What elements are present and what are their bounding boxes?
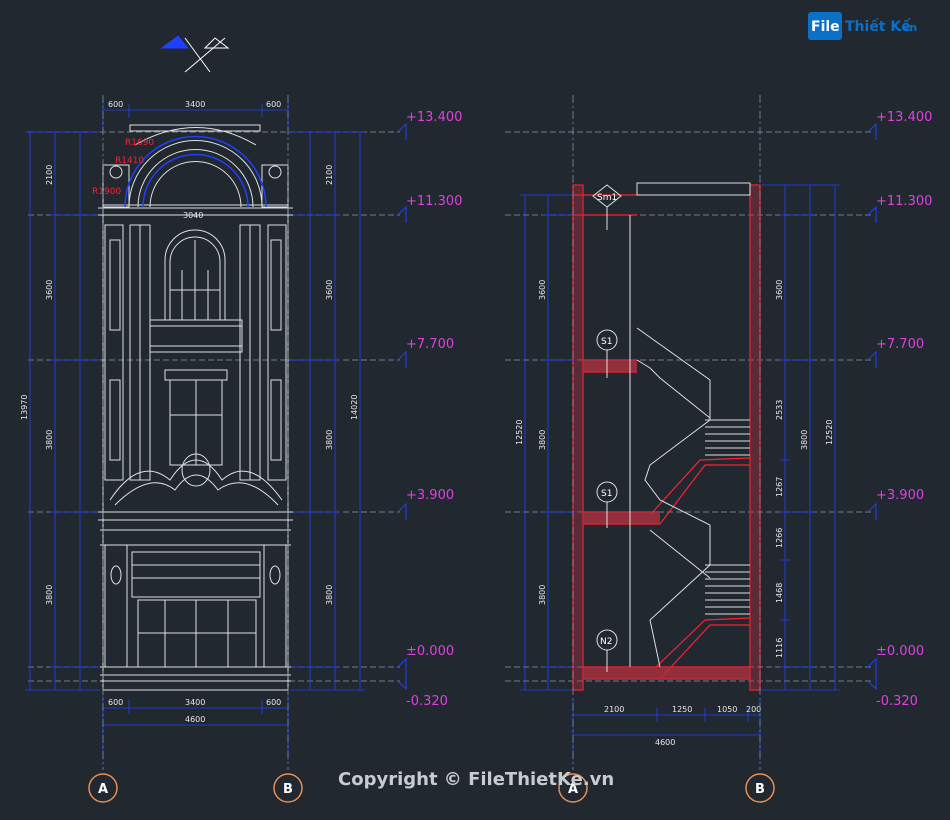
arch-label-4: 3040 — [183, 211, 203, 220]
sect-bottom-dim-3: 1050 — [717, 705, 737, 714]
elev-right-dim-1: 2100 — [325, 165, 334, 185]
elev-right-dim-3: 3800 — [325, 430, 334, 450]
marker-s1-lower: S1 — [601, 489, 612, 499]
elevation-level-labels: +13.400 +11.300 +7.700 +3.900 ±0.000 -0.… — [406, 110, 462, 709]
section-level-labels: +13.400 +11.300 +7.700 +3.900 ±0.000 -0.… — [876, 110, 932, 709]
elev-top-dim-2: 3400 — [185, 100, 205, 109]
sect-right-dim-4: 1266 — [775, 528, 784, 548]
sect-right-dim-6: 1116 — [775, 638, 784, 658]
elevation-facade — [98, 124, 293, 691]
arch-label-2: R1690 — [125, 138, 154, 148]
sect-level-2: +11.300 — [876, 194, 932, 209]
elev-level-6: -0.320 — [406, 694, 448, 709]
elev-overall-width: 4600 — [185, 715, 205, 724]
logo-part1: File — [811, 19, 840, 35]
section-marker-labels: Sm1 S1 S1 N2 — [597, 193, 617, 647]
elev-left-dim-3: 3800 — [45, 430, 54, 450]
sect-right-dim-2: 2533 — [775, 400, 784, 420]
grid-label-sect-b: B — [755, 782, 765, 797]
elev-level-2: +11.300 — [406, 194, 462, 209]
elev-left-dim-4: 3800 — [45, 585, 54, 605]
elev-left-dim-2: 3600 — [45, 280, 54, 300]
sect-level-3: +7.700 — [876, 337, 924, 352]
elev-level-1: +13.400 — [406, 110, 462, 125]
stair-linework — [629, 182, 751, 668]
sect-right-dim-1: 3600 — [775, 280, 784, 300]
sect-right-dim-7: 3800 — [800, 430, 809, 450]
elev-top-dim-1: 600 — [108, 100, 123, 109]
copyright-text: Copyright © FileThietKe.vn — [338, 769, 614, 790]
sect-bottom-dim-4: 200 — [746, 705, 761, 714]
sect-overall-width: 4600 — [655, 738, 675, 747]
section-level-markers — [867, 122, 877, 691]
sect-level-4: +3.900 — [876, 488, 924, 503]
elev-level-5: ±0.000 — [406, 644, 454, 659]
sect-right-dim-5: 1468 — [775, 583, 784, 603]
elev-level-4: +3.900 — [406, 488, 454, 503]
sect-level-6: -0.320 — [876, 694, 918, 709]
sect-level-5: ±0.000 — [876, 644, 924, 659]
sect-left-dim-2: 3800 — [538, 430, 547, 450]
level-lines — [28, 131, 872, 682]
elev-top-dim-3: 600 — [266, 100, 281, 109]
grid-label-elev-a: A — [98, 782, 108, 797]
sect-left-overall: 12520 — [515, 420, 524, 445]
sect-bottom-dim-2: 1250 — [672, 705, 692, 714]
logo-suffix: .vn — [898, 21, 917, 34]
sect-level-1: +13.400 — [876, 110, 932, 125]
marker-n2: N2 — [600, 637, 612, 647]
sect-left-dim-3: 3800 — [538, 585, 547, 605]
arch-label-3: R1900 — [92, 187, 121, 197]
elev-left-dim-1: 2100 — [45, 165, 54, 185]
elev-bottom-dim-3: 600 — [266, 698, 281, 707]
elev-right-dim-2: 3600 — [325, 280, 334, 300]
sect-bottom-dim-1: 2100 — [604, 705, 624, 714]
section-markers — [592, 184, 622, 672]
elev-bottom-dim-1: 600 — [108, 698, 123, 707]
sect-right-overall: 12520 — [825, 420, 834, 445]
marker-sm1: Sm1 — [597, 193, 617, 203]
marker-s1-upper: S1 — [601, 337, 612, 347]
flag-symbol — [160, 35, 230, 73]
elev-left-overall: 13970 — [20, 395, 29, 420]
elev-right-dim-4: 3800 — [325, 585, 334, 605]
elevation-level-markers — [397, 122, 407, 691]
drawing-canvas: File Thiết Kế .vn +13.400 +11.300 +7.700… — [20, 12, 932, 803]
sect-right-dim-3: 1267 — [775, 477, 784, 497]
sect-left-dim-1: 3600 — [538, 280, 547, 300]
elev-right-overall: 14020 — [350, 395, 359, 420]
arch-label-1: R1410 — [115, 156, 144, 166]
grid-label-elev-b: B — [283, 782, 293, 797]
elev-level-3: +7.700 — [406, 337, 454, 352]
elev-bottom-dim-2: 3400 — [185, 698, 205, 707]
elevation-dimensions — [25, 100, 365, 760]
elevation-dim-texts: 600 3400 600 600 3400 600 4600 13970 210… — [20, 100, 359, 724]
site-logo[interactable]: File Thiết Kế .vn — [808, 12, 917, 40]
